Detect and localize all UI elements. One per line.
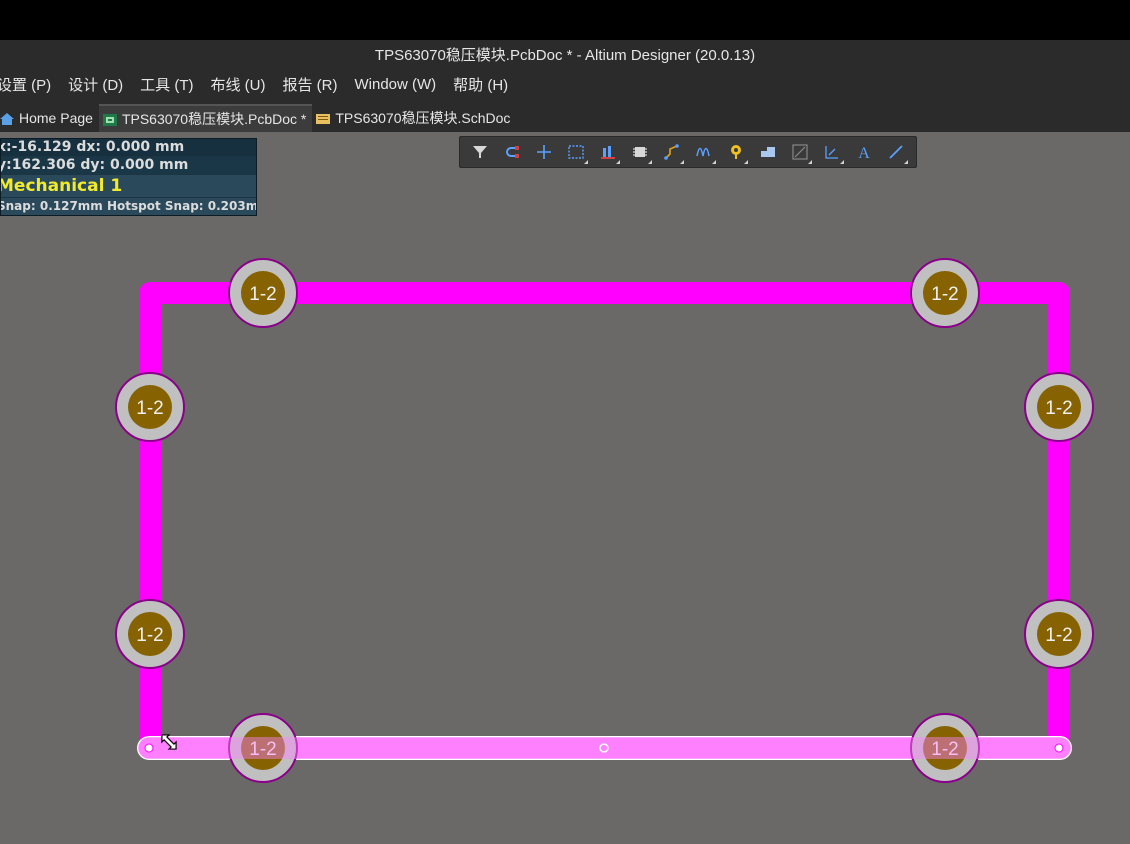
hud-current-layer: Mechanical 1 bbox=[1, 175, 256, 197]
tab-sch-doc[interactable]: TPS63070稳压模块.SchDoc bbox=[312, 104, 516, 132]
component-icon bbox=[633, 147, 647, 157]
hud-snap-info: Snap: 0.127mm Hotspot Snap: 0.203mm bbox=[1, 198, 256, 215]
diff-pair-button[interactable] bbox=[692, 140, 716, 164]
dimension-button[interactable] bbox=[820, 140, 844, 164]
keepout-button[interactable] bbox=[788, 140, 812, 164]
window-title: TPS63070稳压模块.PcbDoc * - Altium Designer … bbox=[374, 47, 756, 64]
filter-icon bbox=[473, 146, 487, 158]
add-crosshair-button[interactable] bbox=[532, 140, 556, 164]
select-rect-button[interactable] bbox=[564, 140, 588, 164]
pad[interactable]: 1-2 bbox=[910, 258, 980, 328]
track-handle-mid[interactable] bbox=[599, 743, 609, 753]
window-title-bar: TPS63070稳压模块.PcbDoc * - Altium Designer … bbox=[0, 40, 1130, 69]
menu-item-route[interactable]: 布线 (U) bbox=[211, 74, 266, 95]
pcb-doc-icon bbox=[102, 113, 117, 126]
menu-item-reports[interactable]: 报告 (R) bbox=[283, 74, 338, 95]
polygon-button[interactable] bbox=[756, 140, 780, 164]
pad-icon bbox=[731, 145, 741, 159]
line-icon bbox=[889, 145, 903, 159]
component-button[interactable] bbox=[628, 140, 652, 164]
pad-label: 1-2 bbox=[136, 398, 163, 419]
diff-pair-icon bbox=[696, 147, 710, 157]
dropdown-corner-icon bbox=[712, 160, 716, 164]
align-button[interactable] bbox=[596, 140, 620, 164]
menu-item-design[interactable]: 设计 (D) bbox=[68, 74, 123, 95]
dropdown-corner-icon bbox=[648, 160, 652, 164]
dropdown-corner-icon bbox=[904, 160, 908, 164]
active-bar-toolbar: A bbox=[459, 136, 917, 168]
menu-item-window[interactable]: Window (W) bbox=[355, 76, 437, 93]
dropdown-corner-icon bbox=[680, 160, 684, 164]
add-crosshair-icon bbox=[537, 145, 551, 159]
screen-top-bar bbox=[0, 0, 1130, 40]
dropdown-corner-icon bbox=[584, 160, 588, 164]
hud-y-coordinate: y:162.306 dy: 0.000 mm bbox=[1, 157, 256, 174]
hud-x-coordinate: x:-16.129 dx: 0.000 mm bbox=[1, 139, 256, 156]
tab-label: TPS63070稳压模块.PcbDoc * bbox=[121, 111, 307, 127]
select-rect-icon bbox=[568, 145, 584, 159]
interactive-snap-icon bbox=[506, 146, 519, 158]
pad-label: 1-2 bbox=[249, 284, 276, 305]
menu-item-settings[interactable]: 设置 (P) bbox=[0, 74, 51, 95]
route-icon bbox=[664, 144, 679, 160]
dropdown-corner-icon bbox=[808, 160, 812, 164]
pad-button[interactable] bbox=[724, 140, 748, 164]
dropdown-corner-icon bbox=[840, 160, 844, 164]
pad-label: 1-2 bbox=[1045, 625, 1072, 646]
dropdown-corner-icon bbox=[616, 160, 620, 164]
pcb-canvas[interactable]: 1-2 1-2 1-2 1-2 1-2 1-2 1-2 1-2 bbox=[0, 132, 1130, 844]
interactive-snap-button[interactable] bbox=[500, 140, 524, 164]
menu-item-tools[interactable]: 工具 (T) bbox=[140, 74, 193, 95]
pad[interactable]: 1-2 bbox=[115, 372, 185, 442]
align-icon bbox=[601, 146, 615, 159]
svg-text:A: A bbox=[858, 145, 870, 161]
tab-home-page[interactable]: Home Page bbox=[0, 104, 99, 132]
tab-pcb-doc[interactable]: TPS63070稳压模块.PcbDoc * bbox=[98, 104, 313, 132]
route-button[interactable] bbox=[660, 140, 684, 164]
outline-track[interactable] bbox=[139, 282, 1070, 759]
sch-doc-icon bbox=[316, 112, 331, 124]
track-handle-end[interactable] bbox=[1054, 743, 1064, 753]
pad[interactable]: 1-2 bbox=[115, 599, 185, 669]
document-tab-bar: Home Page TPS63070稳压模块.PcbDoc * TPS63070… bbox=[0, 100, 1130, 132]
pad[interactable]: 1-2 bbox=[1024, 599, 1094, 669]
pad[interactable]: 1-2 bbox=[1024, 372, 1094, 442]
heads-up-display: x:-16.129 dx: 0.000 mm y:162.306 dy: 0.0… bbox=[0, 138, 257, 216]
dropdown-corner-icon bbox=[744, 160, 748, 164]
line-button[interactable] bbox=[884, 140, 908, 164]
filter-button[interactable] bbox=[468, 140, 492, 164]
menu-item-help[interactable]: 帮助 (H) bbox=[453, 74, 508, 95]
text-icon: A bbox=[858, 145, 870, 161]
tab-label: TPS63070稳压模块.SchDoc bbox=[335, 110, 511, 126]
pad-label: 1-2 bbox=[136, 625, 163, 646]
pad-label: 1-2 bbox=[1045, 398, 1072, 419]
track-handle-start[interactable] bbox=[144, 743, 154, 753]
tab-label: Home Page bbox=[19, 110, 93, 126]
keepout-icon bbox=[792, 144, 808, 160]
menu-bar: 设置 (P) 设计 (D) 工具 (T) 布线 (U) 报告 (R) Windo… bbox=[0, 69, 1130, 100]
polygon-icon bbox=[761, 147, 775, 157]
board-outline[interactable] bbox=[137, 282, 1072, 760]
home-icon bbox=[0, 112, 14, 125]
text-button[interactable]: A bbox=[852, 140, 876, 164]
pad[interactable]: 1-2 bbox=[228, 258, 298, 328]
dimension-icon bbox=[825, 146, 838, 159]
pad-label: 1-2 bbox=[931, 284, 958, 305]
